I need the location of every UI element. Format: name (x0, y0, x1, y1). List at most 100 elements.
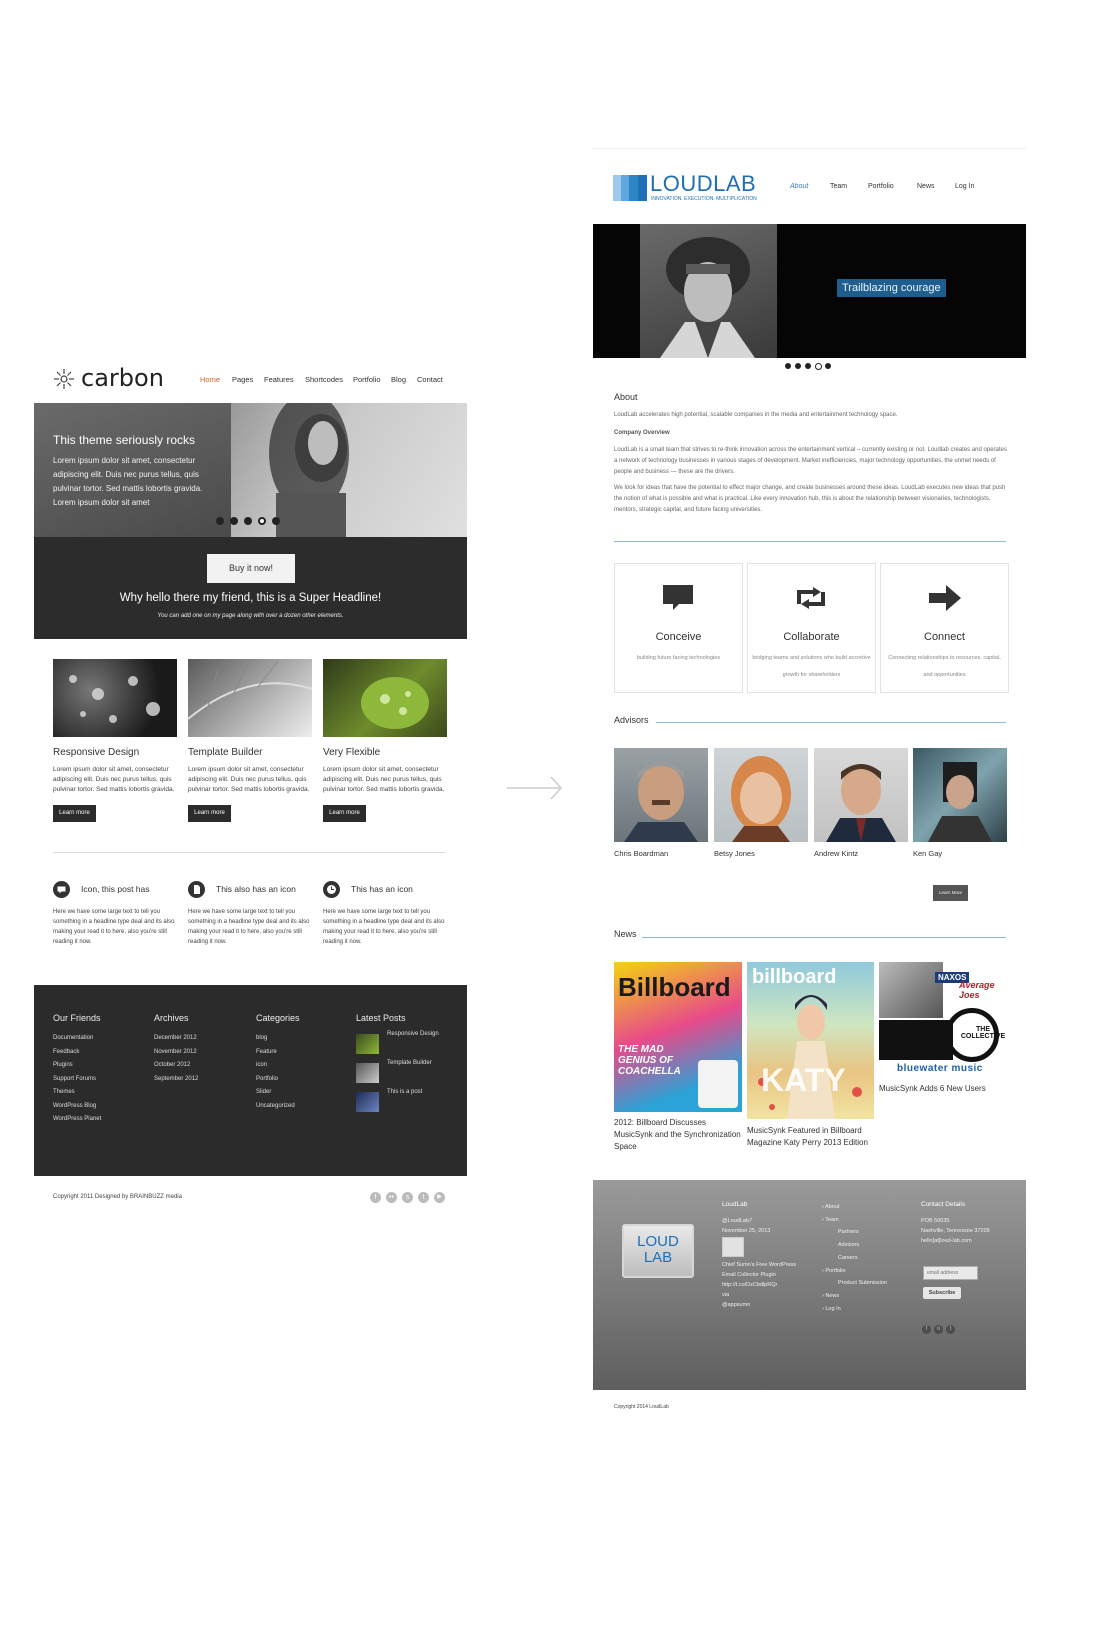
advisor-card[interactable]: Chris Boardman (614, 748, 708, 863)
footer-menu-item[interactable]: › About (822, 1201, 912, 1214)
slider-dot[interactable] (216, 517, 224, 525)
footer-link[interactable]: September 2012 (154, 1073, 198, 1087)
footer-link[interactable]: November 2012 (154, 1046, 198, 1060)
slider-dot[interactable] (230, 517, 238, 525)
nav-portfolio[interactable]: Portfolio (868, 183, 894, 190)
skype-icon[interactable]: s (402, 1192, 413, 1203)
slider-dot[interactable] (825, 363, 831, 369)
nav-news[interactable]: News (917, 183, 935, 190)
nav-contact[interactable]: Contact (417, 375, 443, 384)
icon-post: Icon, this post has Here we have some la… (53, 881, 181, 951)
footer-link[interactable]: Support Forums (53, 1073, 101, 1087)
carbon-footer: Our Friends Documentation Feedback Plugi… (34, 985, 467, 1176)
nav-home[interactable]: Home (200, 375, 220, 384)
latest-post-title: Responsive Design (387, 1031, 439, 1037)
service-subtitle: Connecting relationships to resources, c… (888, 655, 1001, 678)
footer-menu-item[interactable]: Product Submission (822, 1277, 912, 1290)
footer-link[interactable]: WordPress Blog (53, 1100, 101, 1114)
footer-menu-item[interactable]: › News (822, 1290, 912, 1303)
nav-features[interactable]: Features (264, 375, 294, 384)
icon-post-title: Icon, this post has (81, 884, 150, 894)
latest-post-thumb (356, 1063, 379, 1083)
footer-link[interactable]: October 2012 (154, 1059, 198, 1073)
twitter-icon[interactable]: t (418, 1192, 429, 1203)
loudlab-logo[interactable]: LOUDLAB INNOVATION. EXECUTION. MULTIPLIC… (613, 171, 773, 205)
news-card[interactable]: NAXOS Average Joes THE COLLECTIVE bluewa… (879, 962, 1007, 1157)
nav-about[interactable]: About (790, 183, 808, 190)
footer-link[interactable]: Documentation (53, 1032, 101, 1046)
nav-portfolio[interactable]: Portfolio (353, 375, 381, 384)
feature-text: Lorem ipsum dolor sit amet, consectetur … (188, 766, 310, 793)
news-card[interactable]: Billboard THE MAD GENIUS OF COACHELLA 20… (614, 962, 742, 1157)
latest-post[interactable]: Responsive Design (356, 1031, 456, 1056)
loudlab-footer: LOUD LAB LoudLab @LoudLab7 November 25, … (593, 1180, 1026, 1390)
footer-menu-item[interactable]: Advisors (822, 1239, 912, 1252)
tweet-link[interactable]: http://t.co/DzCbdlpRQr (722, 1280, 812, 1290)
nav-blog[interactable]: Blog (391, 375, 406, 384)
footer-link[interactable]: Feature (256, 1046, 295, 1060)
contact-email[interactable]: hello[at]loud-lab.com (921, 1236, 1021, 1246)
news-heading: News (614, 929, 637, 939)
latest-post[interactable]: This is a post (356, 1089, 456, 1114)
slider-dot[interactable] (785, 363, 791, 369)
footer-link[interactable]: December 2012 (154, 1032, 198, 1046)
footer-link[interactable]: Plugins (53, 1059, 101, 1073)
arrow-right-icon (507, 776, 563, 800)
clock-icon (323, 881, 340, 898)
footer-menu-item[interactable]: › Log In (822, 1303, 912, 1316)
advisor-card[interactable]: Betsy Jones (714, 748, 808, 863)
instagram-icon[interactable]: o (934, 1325, 943, 1334)
tweet-text: via (722, 1292, 730, 1298)
footer-link[interactable]: icon (256, 1059, 295, 1073)
nav-pages[interactable]: Pages (232, 375, 253, 384)
slider-dot[interactable] (815, 363, 822, 370)
footer-link[interactable]: Uncategorized (256, 1100, 295, 1114)
twitter-icon[interactable]: t (946, 1325, 955, 1334)
carbon-logo[interactable]: carbon (53, 364, 164, 392)
nav-login[interactable]: Log In (955, 183, 974, 190)
footer-logo[interactable]: LOUD LAB (622, 1224, 694, 1278)
slider-dot[interactable] (258, 517, 266, 525)
flickr-icon[interactable]: •• (386, 1192, 397, 1203)
feature-title: Very Flexible (323, 747, 381, 758)
slider-dot[interactable] (272, 517, 280, 525)
about-paragraph: We look for ideas that have the potentia… (614, 485, 1006, 513)
slider-dot[interactable] (805, 363, 811, 369)
footer-menu-item[interactable]: › Team (822, 1214, 912, 1227)
latest-post[interactable]: Template Builder (356, 1060, 456, 1085)
footer-menu-item[interactable]: › Portfolio (822, 1265, 912, 1278)
advisor-card[interactable]: Ken Gay (913, 748, 1007, 863)
email-input[interactable] (923, 1266, 978, 1280)
slider-dot[interactable] (244, 517, 252, 525)
tweet-handle[interactable]: @appsumo (722, 1300, 812, 1310)
advisor-card[interactable]: Andrew Kintz (814, 748, 908, 863)
footer-link[interactable]: blog (256, 1032, 295, 1046)
footer-menu-item[interactable]: Careers (822, 1252, 912, 1265)
footer-col-heading: LoudLab (722, 1201, 748, 1208)
news-card[interactable]: billboard KATY MusicSynk Featured in Bil… (747, 962, 874, 1157)
learn-more-button[interactable]: Learn more (323, 805, 366, 822)
learn-more-button[interactable]: Learn more (188, 805, 231, 822)
service-subtitle: bridging teams and solutions who build a… (752, 655, 871, 678)
footer-link[interactable]: Slider (256, 1086, 295, 1100)
footer-link[interactable]: Themes (53, 1086, 101, 1100)
contact-line: POB 50035 (921, 1218, 950, 1224)
slider-dot[interactable] (795, 363, 801, 369)
nav-team[interactable]: Team (830, 183, 847, 190)
facebook-icon[interactable]: f (370, 1192, 381, 1203)
youtube-icon[interactable]: ▶ (434, 1192, 445, 1203)
learn-more-button[interactable]: Learn more (53, 805, 96, 822)
subscribe-button[interactable]: Subscribe (923, 1287, 961, 1299)
nav-shortcodes[interactable]: Shortcodes (305, 375, 343, 384)
footer-link[interactable]: WordPress Planet (53, 1113, 101, 1127)
footer-link[interactable]: Feedback (53, 1046, 101, 1060)
tweet-handle[interactable]: @LoudLab7 (722, 1216, 812, 1226)
learn-more-button[interactable]: Learn More (933, 885, 968, 901)
about-heading: About (614, 392, 638, 402)
advisor-name: Ken Gay (913, 849, 943, 858)
footer-link[interactable]: Portfolio (256, 1073, 295, 1087)
buy-now-button[interactable]: Buy it now! (207, 554, 295, 583)
loudlab-copyright: Copyright 2014 LoudLab (614, 1404, 669, 1410)
facebook-icon[interactable]: f (922, 1325, 931, 1334)
footer-menu-item[interactable]: Partners (822, 1226, 912, 1239)
